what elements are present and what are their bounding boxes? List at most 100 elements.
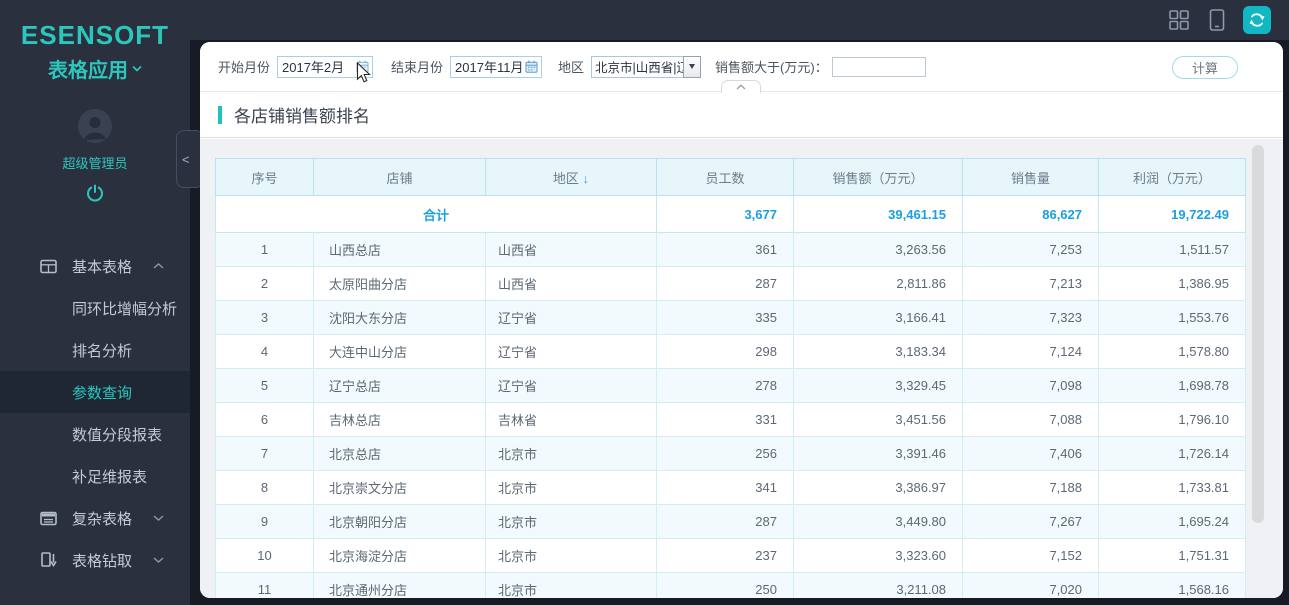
sales-gt-label: 销售额大于(万元)： (715, 60, 828, 75)
summary-value-1: 39,461.15 (793, 195, 963, 233)
cell: 1,553.76 (1098, 300, 1246, 335)
cell: 1,695.24 (1098, 504, 1246, 539)
cell: 4 (215, 334, 314, 369)
cell: 山西省 (485, 266, 657, 301)
sidebar-item-basic-tables[interactable]: 基本表格 (0, 245, 190, 287)
cell: 北京市 (485, 538, 657, 573)
sort-desc-icon: ↓ (578, 170, 590, 186)
table-row-6: 6 吉林总店 吉林省 331 3,451.56 7,088 1,796.10 (215, 402, 1246, 437)
sidebar-item-ranking-analysis[interactable]: 排名分析 (0, 329, 190, 371)
sidebar-menu: 基本表格 同环比增幅分析 排名分析 参数查询 数值分段报表 补足维报表 复杂表格 (0, 245, 190, 581)
column-header-3[interactable]: 员工数 (656, 158, 794, 196)
cell: 7,213 (962, 266, 1099, 301)
topbar-icons (1167, 0, 1271, 40)
cell: 辽宁省 (485, 300, 657, 335)
region-select: 北京市|山西省|辽 (591, 55, 702, 78)
region-select-value[interactable]: 北京市|山西省|辽 (591, 55, 684, 78)
cell: 北京市 (485, 436, 657, 471)
table-row-4: 4 大连中山分店 辽宁省 298 3,183.34 7,124 1,578.80 (215, 334, 1246, 369)
user-block: 超级管理员 (0, 109, 190, 203)
vertical-scrollbar[interactable] (1252, 145, 1264, 523)
sidebar-item-param-query[interactable]: 参数查询 (0, 371, 190, 413)
title-accent-bar (218, 105, 222, 124)
cell: 3,329.45 (793, 368, 963, 403)
calculate-button[interactable]: 计算 (1172, 56, 1238, 79)
cell: 3,323.60 (793, 538, 963, 573)
cell: 1,726.14 (1098, 436, 1246, 471)
cell: 7,267 (962, 504, 1099, 539)
sidebar-item-complex-tables[interactable]: 复杂表格 (0, 497, 190, 539)
filter-bar: 开始月份 结束月份 地区 北京市|山西省|辽 销售额大于(万元)： 计算 (200, 42, 1283, 93)
cell: 沈阳大东分店 (313, 300, 486, 335)
chevron-down-icon[interactable] (132, 65, 142, 72)
sidebar-item-numeric-segment[interactable]: 数值分段报表 (0, 413, 190, 455)
cell: 1,578.80 (1098, 334, 1246, 369)
page-title: 各店铺销售额排名 (234, 107, 370, 126)
report-icon (40, 511, 57, 526)
summary-value-0: 3,677 (656, 195, 794, 233)
cell: 1,733.81 (1098, 470, 1246, 505)
calendar-icon[interactable] (525, 60, 538, 73)
cell: 256 (656, 436, 794, 471)
device-preview-icon[interactable] (1205, 8, 1229, 32)
cell: 250 (656, 572, 794, 598)
cell: 大连中山分店 (313, 334, 486, 369)
start-month-input[interactable] (282, 59, 357, 74)
end-month-label: 结束月份 (391, 60, 444, 75)
sidebar-item-complete-dim[interactable]: 补足维报表 (0, 455, 190, 497)
logo-title: ESENSOFT (20, 20, 170, 50)
logout-power-icon[interactable] (0, 183, 190, 203)
end-month-input[interactable] (455, 59, 526, 74)
table-header-row: 序号 店铺 地区 ↓ 员工数 销售额（万元） 销售量 利润（万元） (215, 158, 1246, 196)
column-header-2[interactable]: 地区 ↓ (485, 158, 657, 196)
column-header-1[interactable]: 店铺 (313, 158, 486, 196)
calendar-icon[interactable] (356, 60, 369, 73)
cell: 361 (656, 232, 794, 267)
column-header-5[interactable]: 销售量 (962, 158, 1099, 196)
cell: 北京市 (485, 470, 657, 505)
sales-ranking-table-wrap: 序号 店铺 地区 ↓ 员工数 销售额（万元） 销售量 利润（万元） 合计 3,677 39,46… (215, 158, 1246, 598)
summary-value-3: 19,722.49 (1098, 195, 1246, 233)
cell: 3,451.56 (793, 402, 963, 437)
cell: 7,124 (962, 334, 1099, 369)
grid-layout-icon[interactable] (1167, 8, 1191, 32)
chevron-up-icon (736, 84, 746, 90)
cell: 1,698.78 (1098, 368, 1246, 403)
chevron-down-icon (153, 515, 164, 522)
column-header-6[interactable]: 利润（万元） (1098, 158, 1246, 196)
sidebar-item-table-drill[interactable]: 表格钻取 (0, 539, 190, 581)
cell: 1,511.57 (1098, 232, 1246, 267)
refresh-button[interactable] (1243, 6, 1271, 34)
region-label: 地区 (558, 60, 585, 75)
cell: 287 (656, 504, 794, 539)
cell: 6 (215, 402, 314, 437)
column-header-0[interactable]: 序号 (215, 158, 314, 196)
table-row-9: 9 北京朝阳分店 北京市 287 3,449.80 7,267 1,695.24 (215, 504, 1246, 539)
sidebar-item-yoy-analysis[interactable]: 同环比增幅分析 (0, 287, 190, 329)
drill-icon (40, 552, 57, 568)
table-row-3: 3 沈阳大东分店 辽宁省 335 3,166.41 7,323 1,553.76 (215, 300, 1246, 335)
cell: 3,263.56 (793, 232, 963, 267)
sales-gt-input[interactable] (831, 56, 926, 77)
cell: 7 (215, 436, 314, 471)
cell: 1,751.31 (1098, 538, 1246, 573)
column-header-4[interactable]: 销售额（万元） (793, 158, 963, 196)
cell: 10 (215, 538, 314, 573)
start-month-label: 开始月份 (218, 60, 271, 75)
start-month-field (277, 55, 374, 78)
table-row-2: 2 太原阳曲分店 山西省 287 2,811.86 7,213 1,386.95 (215, 266, 1246, 301)
cell: 3,449.80 (793, 504, 963, 539)
cell: 287 (656, 266, 794, 301)
summary-value-2: 86,627 (962, 195, 1099, 233)
dropdown-button[interactable] (683, 55, 702, 78)
avatar[interactable] (78, 109, 112, 143)
cell: 太原阳曲分店 (313, 266, 486, 301)
cell: 北京通州分店 (313, 572, 486, 598)
cell: 北京市 (485, 572, 657, 598)
summary-label: 合计 (215, 195, 657, 233)
table-row-7: 7 北京总店 北京市 256 3,391.46 7,406 1,726.14 (215, 436, 1246, 471)
filter-collapse-tab[interactable] (721, 80, 761, 93)
cell: 7,406 (962, 436, 1099, 471)
cell: 辽宁省 (485, 368, 657, 403)
table-icon (40, 259, 57, 274)
